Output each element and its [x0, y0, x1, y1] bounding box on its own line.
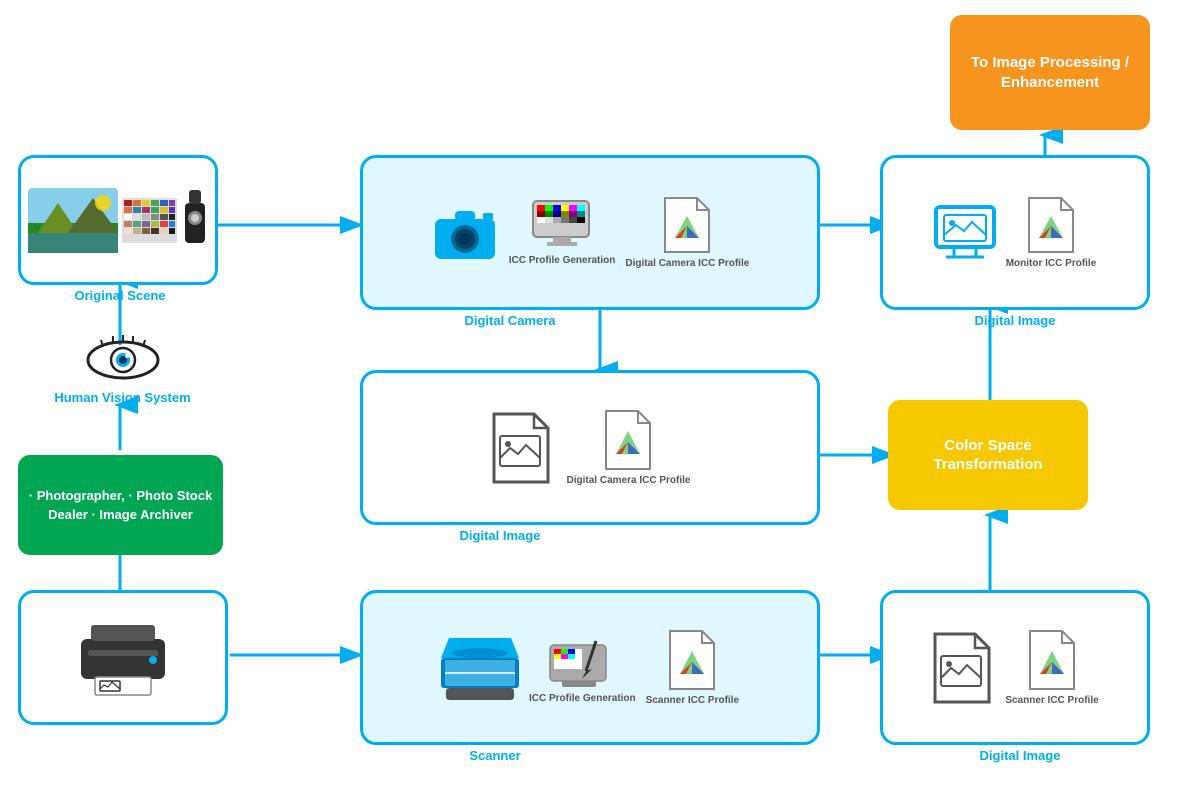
scanner-box: ICC Profile Generation Scanner ICC Profi… [360, 590, 820, 745]
photographers-box: · Photographer, · Photo Stock Dealer · I… [18, 455, 223, 555]
camera-icc-mid-label: Digital Camera ICC Profile [567, 475, 691, 486]
icc-gen-label: ICC Profile Generation [509, 255, 616, 266]
digital-image-top-content: Monitor ICC Profile [934, 196, 1097, 269]
digital-image-mid-box: Digital Camera ICC Profile [360, 370, 820, 525]
digital-image-top-box: Monitor ICC Profile [880, 155, 1150, 310]
digital-image-bot-label: Digital Image [920, 748, 1120, 763]
photographers-label: · Photographer, · Photo Stock Dealer · I… [18, 476, 223, 535]
lightmeter-icon [181, 188, 209, 253]
scanner-icon-group [441, 628, 519, 708]
digital-camera-box: ICC Profile Generation Digital Camera IC… [360, 155, 820, 310]
human-vision-box: Human Vision System [50, 335, 195, 405]
icc-profile-gen-group: ICC Profile Generation [509, 199, 616, 266]
scanner-label: Scanner [445, 748, 545, 763]
original-scene-box [18, 155, 218, 285]
monitor-icc-label: Monitor ICC Profile [1006, 258, 1097, 269]
camera-icc-doc-group: Digital Camera ICC Profile [625, 196, 749, 269]
human-vision-label: Human Vision System [50, 390, 195, 405]
monitor-icc-profile-group: Monitor ICC Profile [1006, 196, 1097, 269]
scanner-icc-bot-label: Scanner ICC Profile [1005, 695, 1098, 706]
scanner-icc-gen-group: ICC Profile Generation [529, 631, 636, 704]
digital-image-bot-box: Scanner ICC Profile [880, 590, 1150, 745]
scanner-icc-label: Scanner ICC Profile [646, 695, 739, 706]
color-space-transformation-box: Color Space Transformation [888, 400, 1088, 510]
camera-icon-group [431, 203, 499, 263]
printer-icon [73, 615, 173, 700]
to-image-processing-box: To Image Processing / Enhancement [950, 15, 1150, 130]
scanner-icc-profile-group: Scanner ICC Profile [646, 629, 739, 706]
digital-image-bot-doc-group [931, 632, 993, 704]
color-space-transformation-label: Color Space Transformation [888, 436, 1088, 475]
camera-icc-mid-group: Digital Camera ICC Profile [567, 409, 691, 486]
diagram-container: To Image Processing / Enhancement [0, 0, 1200, 792]
landscape-photo-icon [28, 188, 118, 253]
to-image-processing-label: To Image Processing / Enhancement [950, 53, 1150, 92]
digital-image-top-label: Digital Image [915, 313, 1115, 328]
monitor-icon-group [934, 205, 996, 260]
digital-image-mid-doc-group [490, 412, 552, 484]
printer-box [18, 590, 228, 725]
eye-icon [83, 335, 163, 385]
digital-camera-label: Digital Camera [450, 313, 570, 328]
camera-icc-label: Digital Camera ICC Profile [625, 258, 749, 269]
digital-image-mid-label: Digital Image [440, 528, 560, 543]
original-scene-label: Original Scene [25, 288, 215, 303]
color-checker-icon [122, 198, 177, 243]
scanner-icc-gen-label: ICC Profile Generation [529, 693, 636, 704]
scanner-icc-bot-group: Scanner ICC Profile [1005, 629, 1098, 706]
